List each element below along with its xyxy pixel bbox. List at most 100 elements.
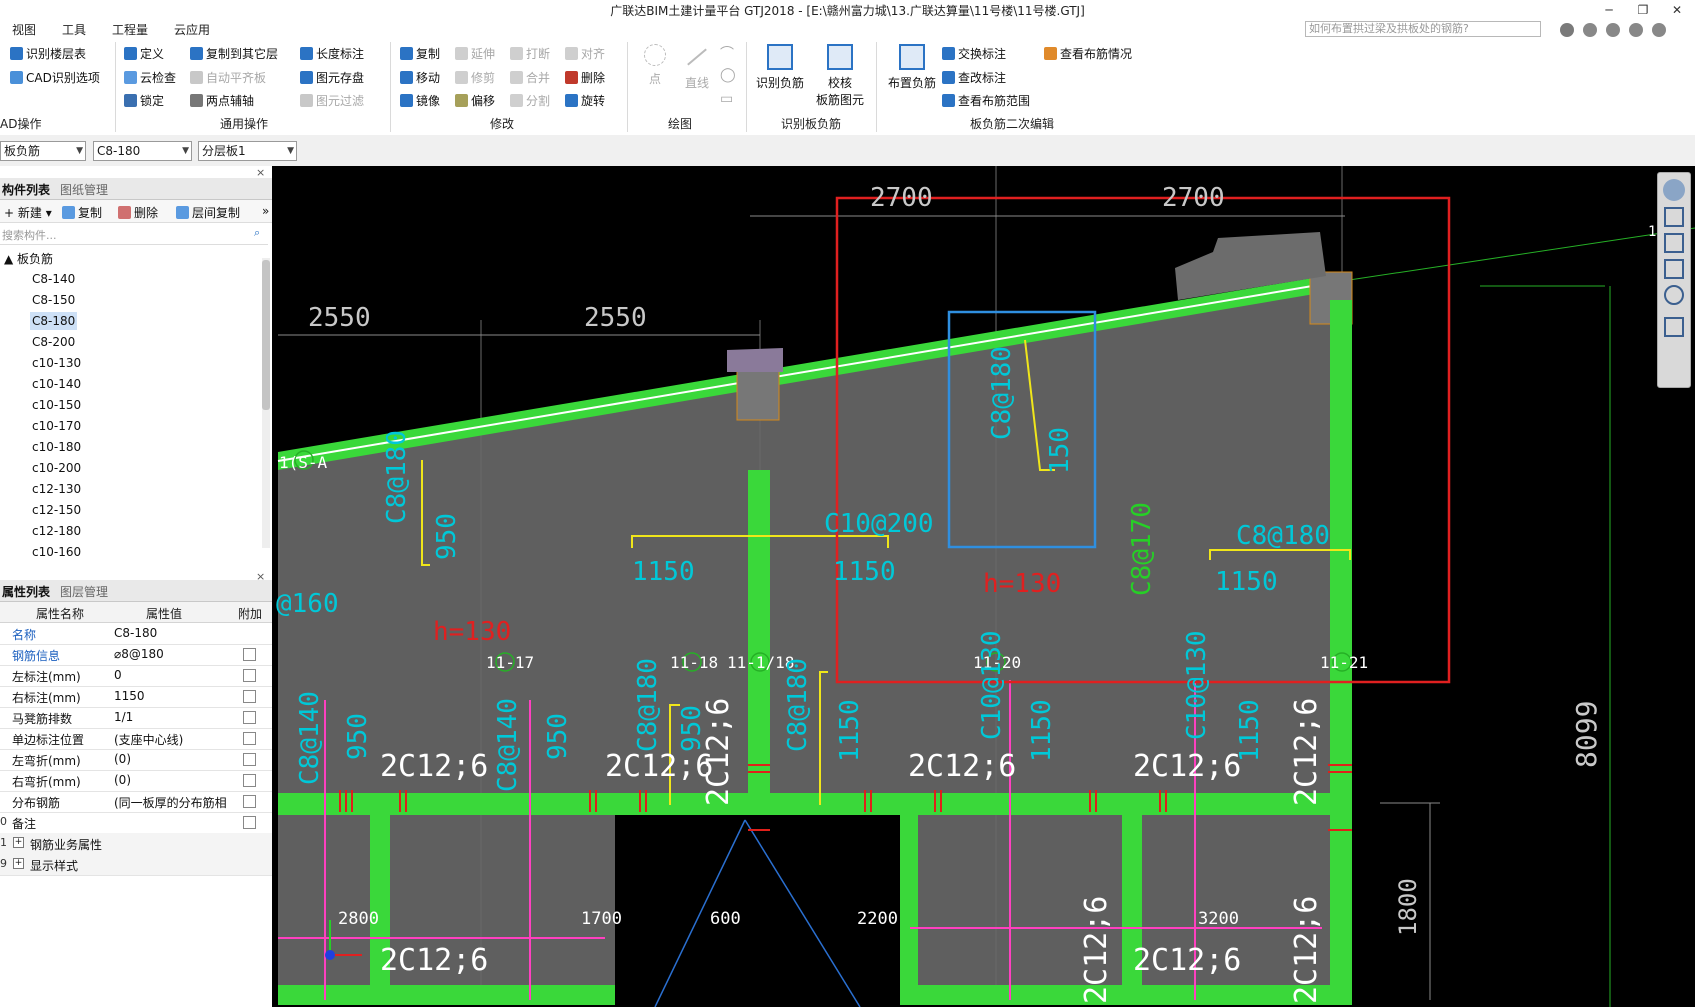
property-row[interactable]: 右标注(mm) 1150 bbox=[0, 686, 272, 708]
tab-property-list[interactable]: 属性列表 bbox=[2, 583, 50, 600]
menu-quantity[interactable]: 工程量 bbox=[112, 21, 148, 38]
bell-icon[interactable] bbox=[1583, 23, 1597, 37]
tree-item[interactable]: c10-160 bbox=[30, 543, 83, 561]
tab-component-list[interactable]: 构件列表 bbox=[2, 181, 50, 198]
arc-icon[interactable]: ⌒ bbox=[720, 43, 734, 63]
tree-item[interactable]: c10-170 bbox=[30, 417, 83, 435]
auto-align-slab-button[interactable]: 自动平齐板 bbox=[190, 69, 266, 86]
expand-icon[interactable]: + bbox=[13, 858, 24, 869]
tree-item[interactable]: c10-140 bbox=[30, 375, 83, 393]
property-row[interactable]: 1 钢筋业务属性 + bbox=[0, 833, 272, 855]
extra-checkbox[interactable] bbox=[243, 690, 256, 703]
copy-button[interactable]: 复制 bbox=[400, 45, 440, 62]
tab-drawing-management[interactable]: 图纸管理 bbox=[60, 181, 108, 198]
draw-point-button[interactable]: 点 bbox=[640, 44, 670, 87]
swap-dimension-button[interactable]: 交换标注 bbox=[942, 45, 1006, 62]
property-row[interactable]: 钢筋信息 ⌀8@180 bbox=[0, 644, 272, 666]
menu-view[interactable]: 视图 bbox=[12, 21, 36, 38]
chat-icon[interactable] bbox=[1606, 23, 1620, 37]
property-row[interactable]: 左弯折(mm) (0) bbox=[0, 749, 272, 771]
box-view-icon[interactable] bbox=[1664, 259, 1684, 279]
property-row[interactable]: 9 显示样式 + bbox=[0, 854, 272, 876]
extra-checkbox[interactable] bbox=[243, 669, 256, 682]
circle-icon[interactable]: ◯ bbox=[720, 67, 736, 83]
place-negative-rebar-button[interactable]: 布置负筋 bbox=[884, 44, 940, 91]
tree-item[interactable]: C8-140 bbox=[30, 270, 77, 288]
property-value[interactable]: 1150 bbox=[114, 689, 226, 703]
define-button[interactable]: 定义 bbox=[124, 45, 164, 62]
interlayer-copy-button[interactable]: 层间复制 bbox=[176, 204, 240, 221]
minimize-button[interactable]: ─ bbox=[1592, 0, 1626, 20]
drawing-canvas[interactable]: 2700 2700 2550 2550 1(S-A 11-17 11-18 11… bbox=[272, 166, 1695, 1007]
lock-button[interactable]: 锁定 bbox=[124, 92, 164, 109]
layer-select[interactable]: 分层板1 ▼ bbox=[198, 141, 297, 161]
check-rebar-button[interactable]: 校核 板筋图元 bbox=[812, 44, 868, 108]
trim-button[interactable]: 修剪 bbox=[455, 69, 495, 86]
group-modify-label[interactable]: 修改 bbox=[490, 115, 514, 132]
search-icon[interactable]: ⌕ bbox=[254, 226, 260, 240]
extra-checkbox[interactable] bbox=[243, 732, 256, 745]
break-button[interactable]: 打断 bbox=[510, 45, 550, 62]
extra-checkbox[interactable] bbox=[243, 816, 256, 829]
new-component-button[interactable]: + 新建 ▾ bbox=[4, 204, 52, 221]
align-button[interactable]: 对齐 bbox=[565, 45, 605, 62]
property-value[interactable]: (0) bbox=[114, 773, 226, 787]
property-value[interactable]: (同一板厚的分布筋相 bbox=[114, 794, 226, 811]
property-value[interactable]: (支座中心线) bbox=[114, 731, 226, 748]
restore-button[interactable]: ❐ bbox=[1626, 0, 1660, 20]
tree-item[interactable]: c10-200 bbox=[30, 459, 83, 477]
tree-item[interactable]: c10-180 bbox=[30, 438, 83, 456]
grid-view-icon[interactable] bbox=[1664, 317, 1684, 337]
close-button[interactable]: ✕ bbox=[1660, 0, 1694, 20]
extend-button[interactable]: 延伸 bbox=[455, 45, 495, 62]
element-name-select[interactable]: C8-180 ▼ bbox=[93, 141, 192, 161]
tree-item[interactable]: C8-200 bbox=[30, 333, 77, 351]
property-row[interactable]: 右弯折(mm) (0) bbox=[0, 770, 272, 792]
extra-checkbox[interactable] bbox=[243, 774, 256, 787]
property-value[interactable]: 1/1 bbox=[114, 710, 226, 724]
property-row[interactable]: 马凳筋排数 1/1 bbox=[0, 707, 272, 729]
view-rebar-range-button[interactable]: 查看布筋范围 bbox=[942, 92, 1030, 109]
user-icon[interactable] bbox=[1560, 23, 1574, 37]
copy-to-other-floor-button[interactable]: 复制到其它层 bbox=[190, 45, 278, 62]
component-search-input[interactable]: 搜索构件... bbox=[2, 227, 57, 243]
tree-root[interactable]: ▲ 板负筋 bbox=[2, 250, 55, 268]
property-row[interactable]: 单边标注位置 (支座中心线) bbox=[0, 728, 272, 750]
extra-checkbox[interactable] bbox=[243, 711, 256, 724]
element-type-select[interactable]: 板负筋 ▼ bbox=[0, 141, 86, 161]
expand-icon[interactable]: + bbox=[13, 837, 24, 848]
property-row[interactable]: 0 备注 bbox=[0, 812, 272, 834]
more-icon[interactable]: » bbox=[262, 204, 269, 218]
tree-item[interactable]: c10-130 bbox=[30, 354, 83, 372]
tree-item[interactable]: c12-130 bbox=[30, 480, 83, 498]
cloud-check-button[interactable]: 云检查 bbox=[124, 69, 176, 86]
shirt-icon[interactable] bbox=[1629, 23, 1643, 37]
3d-view-icon[interactable] bbox=[1664, 207, 1684, 227]
tree-item[interactable]: C8-180 bbox=[30, 312, 78, 330]
element-save-button[interactable]: 图元存盘 bbox=[300, 69, 364, 86]
group-edit-label[interactable]: 板负筋二次编辑 bbox=[970, 115, 1054, 132]
recognize-floor-table-button[interactable]: 识别楼层表 bbox=[10, 45, 86, 62]
menu-cloud[interactable]: 云应用 bbox=[174, 21, 210, 38]
group-cad-label[interactable]: AD操作 bbox=[0, 115, 41, 132]
settings-icon[interactable] bbox=[1652, 23, 1666, 37]
delete-component-button[interactable]: 删除 bbox=[118, 204, 158, 221]
copy-component-button[interactable]: 复制 bbox=[62, 204, 102, 221]
element-filter-button[interactable]: 图元过滤 bbox=[300, 92, 364, 109]
scrollbar-thumb[interactable] bbox=[262, 260, 270, 410]
group-common-label[interactable]: 通用操作 bbox=[220, 115, 268, 132]
help-search-input[interactable]: 如何布置拱过梁及拱板处的钢筋? bbox=[1305, 21, 1541, 37]
group-draw-label[interactable]: 绘图 bbox=[668, 115, 692, 132]
draw-line-button[interactable]: 直线 bbox=[680, 44, 714, 91]
property-value[interactable]: (0) bbox=[114, 752, 226, 766]
extra-checkbox[interactable] bbox=[243, 753, 256, 766]
move-button[interactable]: 移动 bbox=[400, 69, 440, 86]
property-row[interactable]: 左标注(mm) 0 bbox=[0, 665, 272, 687]
tree-item[interactable]: c12-180 bbox=[30, 522, 83, 540]
cad-options-button[interactable]: CAD识别选项 bbox=[10, 69, 100, 86]
recognize-negative-rebar-button[interactable]: 识别负筋 bbox=[752, 44, 808, 91]
length-dimension-button[interactable]: 长度标注 bbox=[300, 45, 364, 62]
top-view-icon[interactable] bbox=[1664, 233, 1684, 253]
menu-tools[interactable]: 工具 bbox=[62, 21, 86, 38]
rotate-button[interactable]: 旋转 bbox=[565, 92, 605, 109]
